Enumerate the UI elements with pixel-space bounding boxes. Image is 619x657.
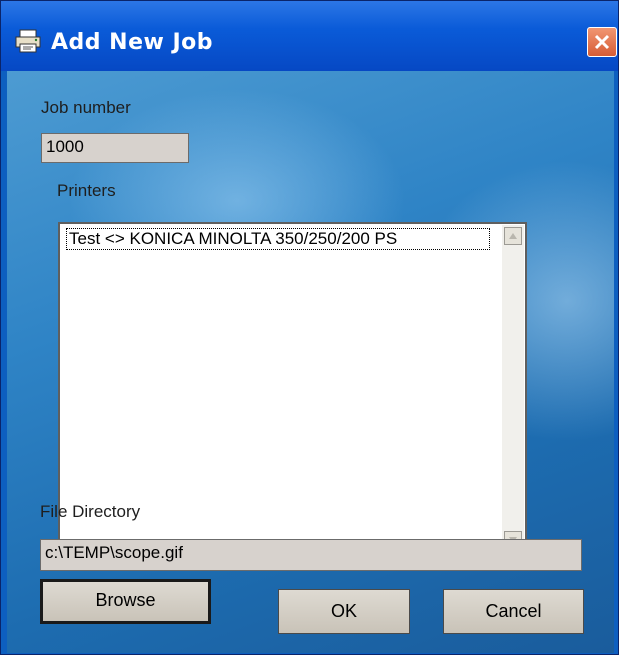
file-directory-field[interactable]: c:\TEMP\scope.gif [40,539,582,571]
printer-icon [15,29,41,53]
add-new-job-dialog: Add New Job Job number 1000 Printers Tes… [0,0,619,655]
scroll-up-button[interactable] [504,227,522,245]
close-button[interactable] [587,27,617,57]
vertical-scrollbar[interactable] [502,225,524,553]
close-icon [594,34,610,50]
dialog-body: Job number 1000 Printers Test <> KONICA … [7,71,614,653]
printers-label: Printers [57,181,116,200]
job-number-field[interactable]: 1000 [41,133,189,163]
job-number-label: Job number [41,98,131,117]
dialog-title: Add New Job [51,30,214,55]
browse-button[interactable]: Browse [40,579,211,624]
title-bar[interactable]: Add New Job [1,1,618,71]
arrow-up-icon [509,233,517,239]
ok-button[interactable]: OK [278,589,410,634]
printer-list-item[interactable]: Test <> KONICA MINOLTA 350/250/200 PS [66,228,490,250]
cancel-button[interactable]: Cancel [443,589,584,634]
file-directory-label: File Directory [40,502,141,521]
